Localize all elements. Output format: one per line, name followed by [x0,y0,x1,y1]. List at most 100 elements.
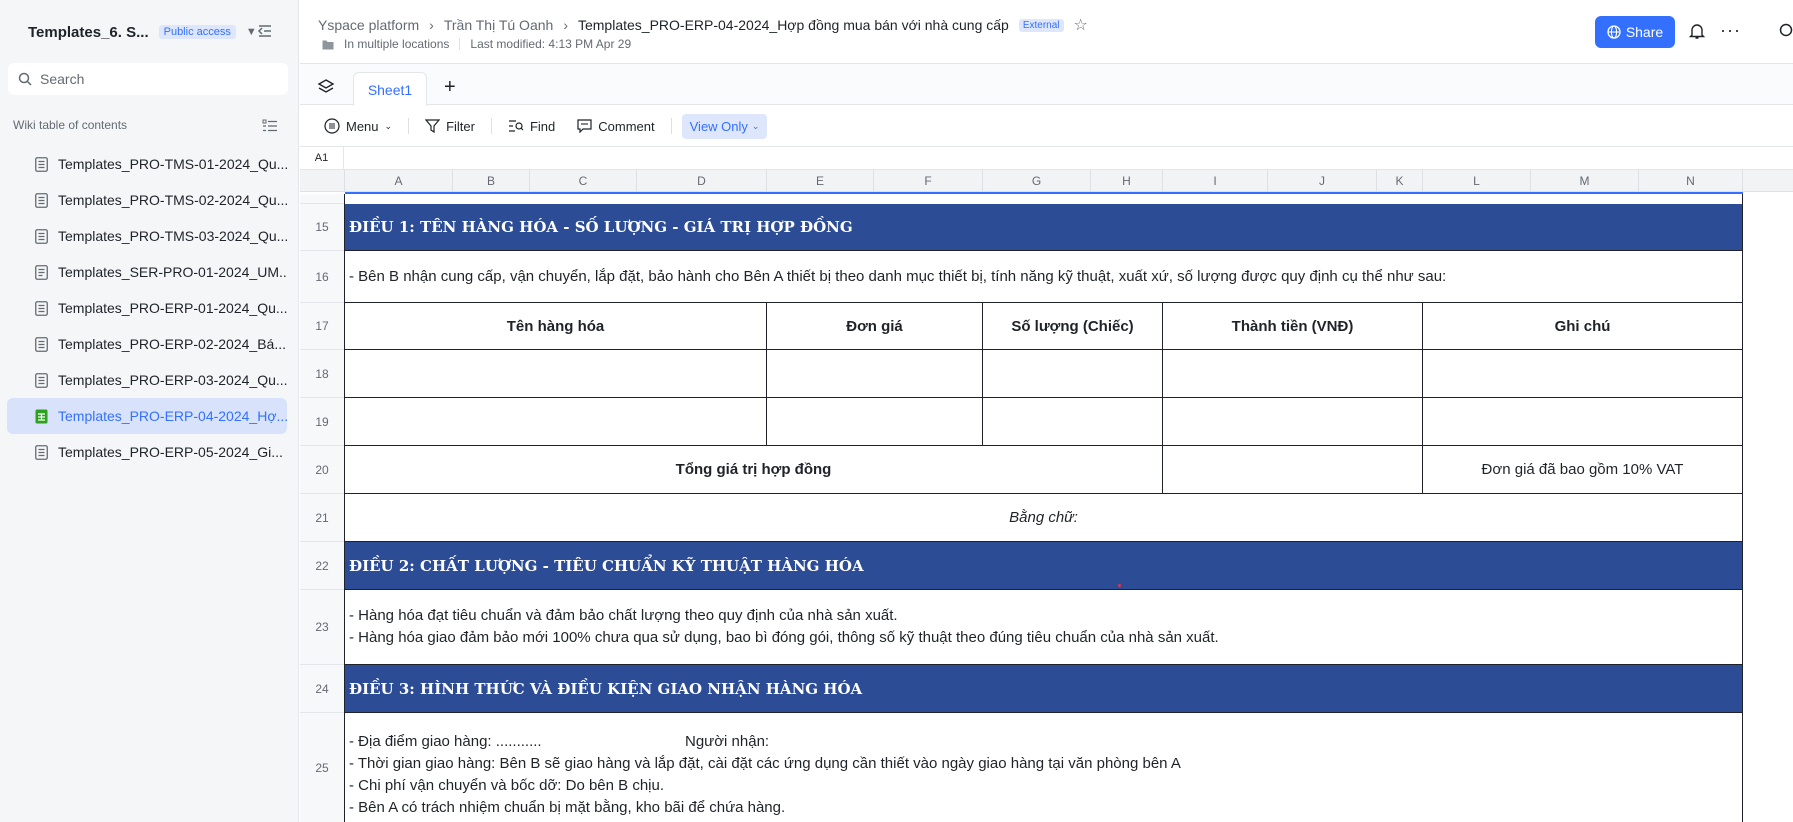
toc-list-icon[interactable] [262,118,278,134]
breadcrumb-item[interactable]: Trần Thị Tú Oanh [444,17,553,33]
section-heading-cell[interactable]: ĐIỀU 3: HÌNH THỨC VÀ ĐIỀU KIỆN GIAO NHẬN… [345,665,1743,713]
filter-button[interactable]: Filter [419,115,481,138]
table-header-cell[interactable]: Thành tiền (VNĐ) [1163,303,1423,350]
wiki-title[interactable]: Templates_6. S... [28,24,149,41]
column-header[interactable]: M [1531,170,1639,192]
row-header[interactable]: 21 [300,494,345,542]
column-header[interactable]: H [1091,170,1163,192]
table-header-cell[interactable]: Số lượng (Chiếc) [983,303,1163,350]
menu-button[interactable]: Menu ⌄ [318,114,398,138]
row-header[interactable]: 25 [300,713,345,822]
cell-reference[interactable]: A1 [300,147,344,169]
table-cell[interactable] [983,398,1163,446]
add-sheet-icon[interactable]: + [444,76,456,99]
collapse-sidebar-icon[interactable] [256,22,274,40]
chevron-down-icon: ⌄ [384,120,393,131]
share-label: Share [1625,24,1664,40]
wiki-item[interactable]: Templates_SER-PRO-01-2024_UM... [7,254,287,290]
document-title[interactable]: Templates_PRO-ERP-04-2024_Hợp đồng mua b… [578,17,1009,33]
column-header[interactable]: C [530,170,637,192]
column-header[interactable]: B [453,170,530,192]
star-icon[interactable]: ☆ [1074,15,1088,35]
table-header-cell[interactable]: Đơn giá [767,303,983,350]
table-cell[interactable] [1423,350,1743,398]
wiki-item[interactable]: Templates_PRO-TMS-01-2024_Qu... [7,146,287,182]
table-header-cell[interactable]: Ghi chú [1423,303,1743,350]
divider [459,38,461,50]
section-heading-cell[interactable]: ĐIỀU 2: CHẤT LƯỢNG - TIÊU CHUẨN KỸ THUẬT… [345,542,1743,590]
column-header[interactable]: F [874,170,983,192]
chevron-down-icon: ⌄ [751,120,760,131]
filter-icon [425,119,441,133]
text-line: - Hàng hóa đạt tiêu chuẩn và đảm bảo chấ… [349,607,898,624]
find-button[interactable]: Find [502,115,561,138]
table-cell[interactable] [767,350,983,398]
wiki-item[interactable]: Templates_PRO-TMS-03-2024_Qu... [7,218,287,254]
row-header[interactable]: 22 [300,542,345,590]
wiki-item-label: Templates_PRO-ERP-02-2024_Bá... [58,336,286,352]
delivery-terms-cell[interactable]: - Địa điểm giao hàng: ........... Người n… [345,713,1743,822]
location-label[interactable]: In multiple locations [344,37,449,51]
amount-in-words-cell[interactable]: Bằng chữ: [345,494,1743,542]
folder-icon [322,40,334,49]
row-header[interactable]: 16 [300,251,345,303]
total-label-cell[interactable]: Tổng giá trị hợp đồng [345,446,1163,494]
wiki-item-active[interactable]: Templates_PRO-ERP-04-2024_Hợ... [7,398,287,434]
wiki-item-label: Templates_PRO-ERP-05-2024_Gi... [58,444,283,460]
vat-note-cell[interactable]: Đơn giá đã bao gồm 10% VAT [1423,446,1743,494]
table-cell[interactable] [983,350,1163,398]
wiki-header: Templates_6. S... Public access ▼ [28,20,257,44]
wiki-item[interactable]: Templates_PRO-ERP-01-2024_Qu... [7,290,287,326]
table-cell[interactable] [1163,350,1423,398]
comment-button[interactable]: Comment [571,115,660,138]
search-input[interactable]: Search [8,63,288,95]
wiki-item[interactable]: Templates_PRO-ERP-02-2024_Bá... [7,326,287,362]
row-header[interactable]: 23 [300,590,345,665]
search-icon[interactable] [1778,22,1793,40]
row-header[interactable]: 18 [300,350,345,398]
table-cell[interactable] [1163,398,1423,446]
wiki-item[interactable]: Templates_PRO-TMS-02-2024_Qu... [7,182,287,218]
sheet-green-icon [35,409,48,423]
column-header[interactable]: L [1423,170,1531,192]
wiki-item-label: Templates_PRO-TMS-01-2024_Qu... [58,156,287,172]
breadcrumb-item[interactable]: Yspace platform [318,17,419,33]
divider [490,118,492,134]
table-cell[interactable] [767,398,983,446]
more-icon[interactable]: ··· [1720,20,1741,41]
select-all-corner[interactable] [300,170,345,192]
view-only-dropdown[interactable]: View Only ⌄ [681,113,768,139]
row-header[interactable]: 20 [300,446,345,494]
quality-terms-cell[interactable]: - Hàng hóa đạt tiêu chuẩn và đảm bảo chấ… [345,590,1743,665]
column-header[interactable]: A [345,170,453,192]
layers-icon[interactable] [317,78,335,96]
wiki-item[interactable]: Templates_PRO-ERP-05-2024_Gi... [7,434,287,470]
table-cell[interactable] [1423,398,1743,446]
total-value-cell[interactable] [1163,446,1423,494]
column-header[interactable]: N [1639,170,1743,192]
row-header[interactable]: 15 [300,204,345,251]
wiki-item-label: Templates_PRO-TMS-03-2024_Qu... [58,228,287,244]
tab-sheet1[interactable]: Sheet1 [353,72,427,106]
table-cell[interactable] [345,350,767,398]
row-header[interactable] [300,194,345,204]
row-header[interactable]: 17 [300,303,345,350]
table-header-cell[interactable]: Tên hàng hóa [345,303,767,350]
column-header[interactable]: K [1377,170,1423,192]
wiki-item-label: Templates_SER-PRO-01-2024_UM... [58,264,287,280]
column-header[interactable]: J [1268,170,1377,192]
share-button[interactable]: Share [1595,16,1675,48]
row-header[interactable]: 24 [300,665,345,713]
table-cell[interactable] [345,398,767,446]
wiki-item[interactable]: Templates_PRO-ERP-03-2024_Qu... [7,362,287,398]
column-header[interactable]: D [637,170,767,192]
column-header[interactable]: E [767,170,874,192]
sheet-doc-icon [35,300,48,316]
description-cell[interactable]: - Bên B nhận cung cấp, vận chuyển, lắp đ… [345,251,1743,303]
column-header[interactable]: I [1163,170,1268,192]
bell-icon[interactable] [1688,22,1706,40]
section-heading-cell[interactable]: ĐIỀU 1: TÊN HÀNG HÓA - SỐ LƯỢNG - GIÁ TR… [345,204,1743,251]
row-header[interactable]: 19 [300,398,345,446]
cell[interactable] [345,194,1743,204]
column-header[interactable]: G [983,170,1091,192]
